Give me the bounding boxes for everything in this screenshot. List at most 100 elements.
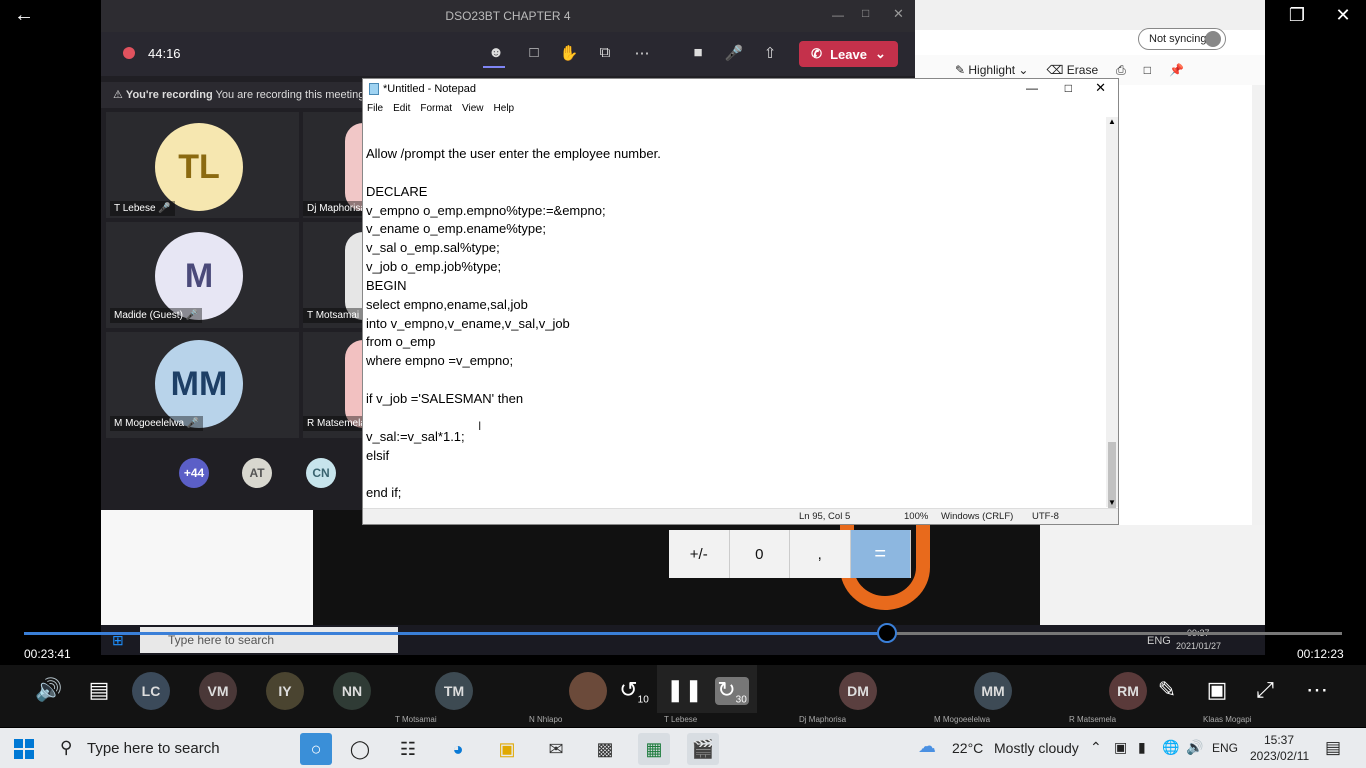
pause-icon[interactable]: ❚❚ (666, 677, 703, 703)
mail-icon[interactable]: ✉ (540, 733, 572, 765)
fullscreen-icon[interactable]: ⤢ (1248, 677, 1282, 703)
chevron-down-icon[interactable]: ⌄ (875, 46, 886, 62)
erase-label: Erase (1066, 63, 1099, 77)
forward-icon[interactable]: ↻30 (715, 677, 749, 706)
menu-view[interactable]: View (462, 103, 484, 114)
language-indicator[interactable]: ENG (1212, 741, 1238, 755)
teams-app-icon[interactable]: ○ (300, 733, 332, 765)
notepad-line: select empno,ename,sal,job (366, 296, 528, 312)
teams-minimize-icon[interactable]: — (832, 8, 844, 22)
menu-format[interactable]: Format (420, 103, 452, 114)
more-options-icon[interactable]: ⋯ (1300, 677, 1334, 703)
calc-key-negate[interactable]: +/- (669, 530, 730, 578)
more-participants-button[interactable]: +44 (179, 458, 209, 488)
restore-icon[interactable]: ❐ (1274, 0, 1320, 30)
notepad-close-icon[interactable]: ✕ (1095, 80, 1106, 96)
calc-key-equals[interactable]: = (850, 530, 911, 578)
text-cursor-icon: І (478, 419, 482, 433)
notepad-scrollbar[interactable]: ▲ ▼ (1106, 117, 1118, 512)
rewind-icon[interactable]: ↺10 (617, 677, 651, 705)
terminal-icon[interactable]: ▩ (589, 733, 621, 765)
microphone-icon[interactable]: 🎤 (723, 44, 745, 64)
participant-avatar-small[interactable]: CN (306, 458, 336, 488)
notepad-maximize-icon[interactable]: □ (1065, 81, 1072, 95)
task-view-icon[interactable]: ☷ (392, 733, 424, 765)
close-icon[interactable]: ✕ (1320, 0, 1366, 30)
participant-name: Dj Maphorisa (799, 715, 847, 724)
spreadsheet-app-icon[interactable]: ▦ (638, 733, 670, 765)
edge-app-icon[interactable]: ◕ (442, 733, 474, 765)
participant-avatar-small[interactable]: AT (242, 458, 272, 488)
notepad-line: Allow /prompt the user enter the employe… (366, 146, 661, 161)
print-icon[interactable]: ⎙ (1116, 63, 1126, 78)
search-icon[interactable]: ⚲ (60, 738, 72, 758)
back-arrow-icon[interactable]: ← (14, 4, 36, 26)
participant-name: R Matsemela (1069, 715, 1117, 724)
edge-titlebar (915, 0, 1265, 30)
weather-temp[interactable]: 22°C (952, 740, 983, 756)
leave-label: Leave (830, 46, 867, 62)
speaker-icon[interactable]: 🔊 (1186, 739, 1203, 756)
menu-help[interactable]: Help (494, 103, 515, 114)
participant-avatar-partial (345, 123, 363, 211)
highlight-button[interactable]: ✎ Highlight ⌄ (955, 63, 1028, 77)
pin-icon[interactable]: 📌 (1169, 63, 1184, 77)
notepad-minimize-icon[interactable]: — (1026, 81, 1038, 95)
leave-button[interactable]: ✆ Leave ⌄ (799, 41, 898, 67)
rooms-icon[interactable]: ⧉ (594, 44, 616, 64)
miniview-icon[interactable]: ▣ (1200, 677, 1234, 703)
highlight-label: Highlight (968, 63, 1016, 77)
sync-button[interactable]: Not syncing (1138, 28, 1226, 50)
participants-icon[interactable]: ☻ (485, 44, 507, 64)
captions-icon[interactable]: ▤ (82, 677, 116, 703)
background-window (101, 510, 313, 625)
participant-name: T Lebese 🎤 (110, 201, 175, 216)
volume-icon[interactable]: 🔊 (32, 677, 66, 703)
notepad-window: *Untitled - Notepad — □ ✕ File Edit Form… (362, 78, 1119, 525)
participant-avatar: TL (155, 123, 243, 211)
menu-file[interactable]: File (367, 103, 383, 114)
calc-key-0[interactable]: 0 (729, 530, 790, 578)
clock-date[interactable]: 2023/02/11 (1250, 749, 1309, 763)
notepad-text-area[interactable]: Allow /prompt the user enter the employe… (363, 117, 1107, 507)
seek-handle[interactable] (877, 623, 897, 643)
notepad-line: v_sal o_emp.sal%type; (366, 240, 500, 256)
notepad-line: v_job o_emp.job%type; (366, 259, 502, 275)
file-explorer-icon[interactable]: ▣ (491, 733, 523, 765)
taskbar-search[interactable]: Type here to search (87, 740, 220, 757)
raise-hand-icon[interactable]: ✋ (558, 44, 580, 64)
tray-app-icon[interactable]: ▣ (1114, 739, 1127, 756)
start-icon[interactable] (14, 739, 34, 759)
teams-close-icon[interactable]: ✕ (893, 6, 904, 22)
clock-time[interactable]: 15:37 (1264, 733, 1294, 747)
weather-icon[interactable]: ☁ (918, 736, 936, 757)
sync-label: Not syncing (1149, 33, 1207, 45)
notepad-line: DECLARE (366, 183, 428, 199)
battery-icon[interactable]: ▮ (1138, 739, 1146, 756)
notepad-line: into v_empno,v_ename,v_sal,v_job (366, 315, 570, 331)
teams-maximize-icon[interactable]: □ (862, 6, 869, 20)
camera-off-icon[interactable]: ■ (687, 44, 709, 64)
encoding: UTF-8 (1032, 511, 1059, 522)
chat-icon[interactable]: □ (523, 44, 545, 64)
menu-edit[interactable]: Edit (393, 103, 410, 114)
tray-chevron-icon[interactable]: ⌃ (1090, 739, 1102, 756)
more-actions-icon[interactable]: ⋯ (631, 44, 653, 64)
scroll-up-icon[interactable]: ▲ (1108, 117, 1116, 126)
weather-text[interactable]: Mostly cloudy (994, 740, 1079, 756)
participant-name: M Mogoeelelwa (934, 715, 991, 724)
pen-icon[interactable]: ✎ (1150, 677, 1184, 703)
participant-avatar-partial (345, 340, 363, 428)
recording-banner-title: You're recording (125, 89, 213, 101)
cortana-icon[interactable]: ◯ (344, 733, 376, 765)
network-icon[interactable]: 🌐 (1162, 739, 1179, 756)
notepad-line (366, 465, 1104, 484)
scroll-down-icon[interactable]: ▼ (1108, 498, 1116, 507)
notifications-icon[interactable]: ▤ (1325, 738, 1341, 758)
erase-button[interactable]: ⌫ Erase (1046, 63, 1098, 77)
video-app-icon[interactable]: 🎬 (687, 733, 719, 765)
save-icon[interactable]: □ (1144, 63, 1151, 77)
participant-photo (569, 672, 607, 710)
calc-key-decimal[interactable]: , (790, 530, 851, 578)
share-icon[interactable]: ⇧ (759, 44, 781, 64)
